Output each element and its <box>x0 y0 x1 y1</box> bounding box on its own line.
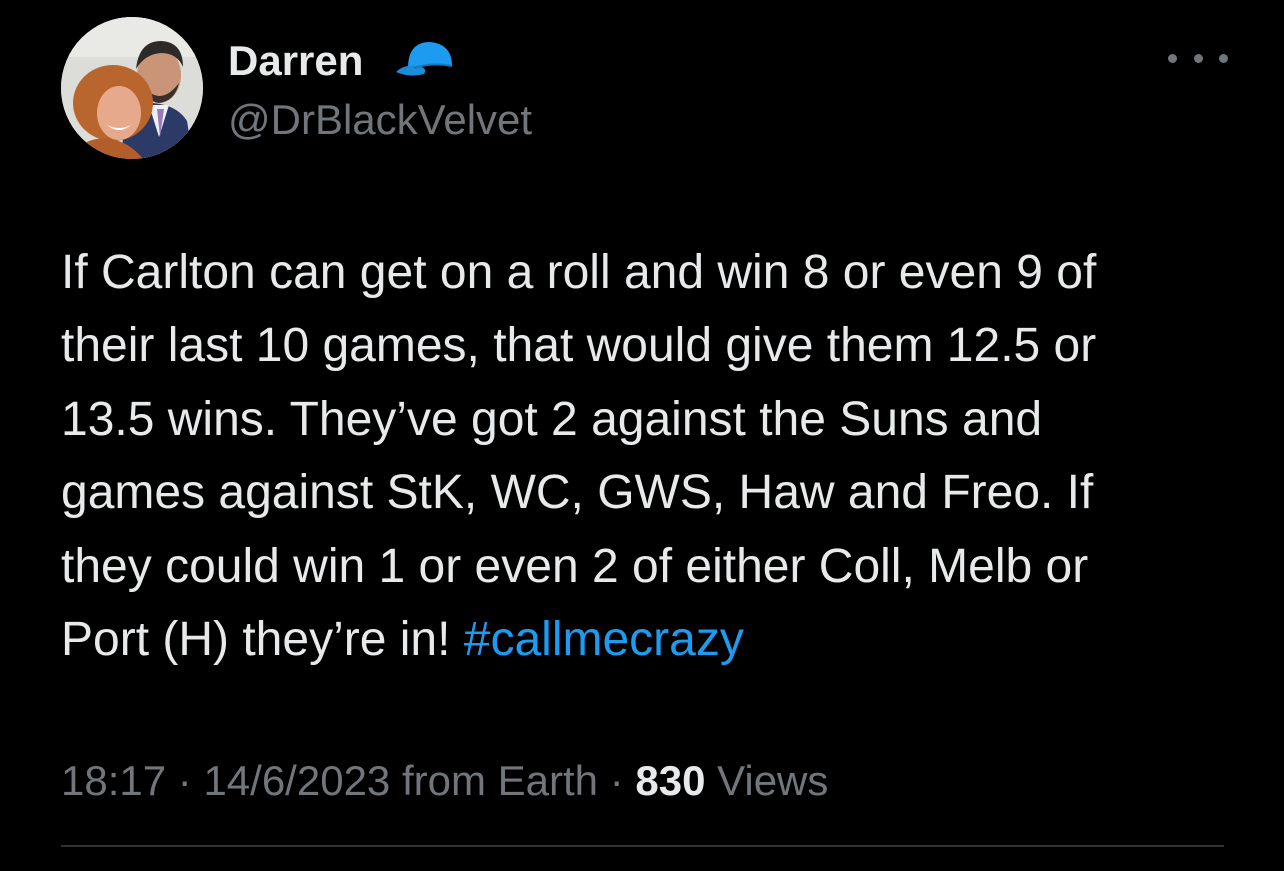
more-icon <box>1168 53 1177 63</box>
tweet-line: Port (H) they’re in! #callmecrazy <box>61 603 1241 676</box>
meta-separator: · <box>598 757 636 804</box>
views-count[interactable]: 830 <box>635 757 705 804</box>
cap-icon <box>396 42 453 76</box>
tweet-line: they could win 1 or even 2 of either Col… <box>61 539 1089 593</box>
avatar-photo <box>61 17 203 159</box>
tweet-date[interactable]: 14/6/2023 <box>203 757 390 804</box>
meta-separator: · <box>166 757 204 804</box>
user-handle[interactable]: @DrBlackVelvet <box>228 95 532 145</box>
tweet-line: their last 10 games, that would give the… <box>61 319 1097 373</box>
tweet-meta: 18:17 · 14/6/2023 from Earth · 830 Views <box>61 755 828 807</box>
tweet-line: 13.5 wins. They’ve got 2 against the Sun… <box>61 392 1043 446</box>
display-name[interactable]: Darren <box>228 36 363 86</box>
avatar[interactable] <box>61 17 203 159</box>
more-options-button[interactable] <box>1168 42 1228 74</box>
tweet-source: from Earth <box>390 757 599 804</box>
tweet-line-text: Port (H) they’re in! <box>61 613 464 667</box>
more-icon-dot <box>1219 53 1228 63</box>
hashtag-link[interactable]: #callmecrazy <box>464 613 744 666</box>
divider <box>61 845 1224 847</box>
views-label: Views <box>705 757 829 804</box>
tweet-line: If Carlton can get on a roll and win 8 o… <box>61 246 1097 299</box>
tweet-line: games against StK, WC, GWS, Haw and Freo… <box>61 466 1094 520</box>
tweet-text: If Carlton can get on a roll and win 8 o… <box>61 236 1241 676</box>
tweet-time[interactable]: 18:17 <box>61 757 166 804</box>
more-icon-dot <box>1193 53 1203 63</box>
